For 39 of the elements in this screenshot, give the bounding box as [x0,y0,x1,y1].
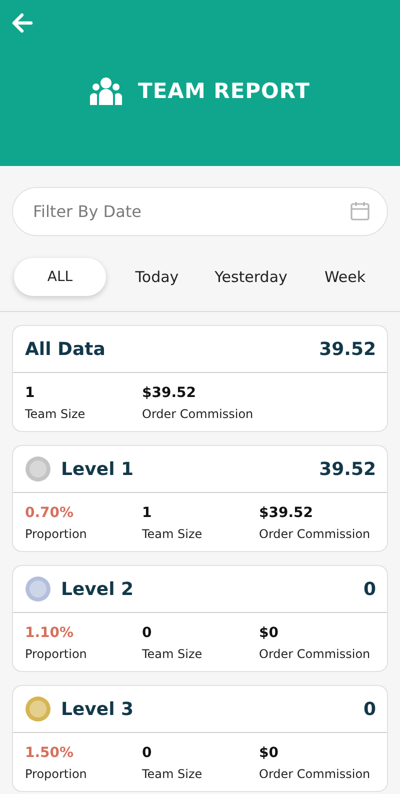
stat-value: 0 [142,625,153,641]
stat-label: Order Commission [259,767,372,781]
card-title: All Data [25,338,106,360]
stat-label: Team Size [142,527,204,541]
filter-tab[interactable]: Yesterday [204,258,298,296]
stat-label: Proportion [25,527,88,541]
stat-label: Order Commission [142,407,254,421]
card-title: Level 1 [61,458,135,480]
stat-label: Proportion [25,647,88,661]
card-title: Level 3 [61,698,135,720]
page-title: TEAM REPORT [138,79,310,103]
stat-value: 0 [142,745,153,761]
stat-label: Order Commission [259,527,372,541]
stat-value: $39.52 [142,385,198,401]
card-total: 0 [363,578,376,600]
stat-label: Team Size [25,407,86,421]
card-total: 0 [363,698,376,720]
filter-tab[interactable]: ALL [14,258,106,296]
date-filter-field[interactable]: Filter By Date [12,187,388,236]
stat-label: Team Size [142,647,204,661]
stat-value: 0.70% [25,505,75,521]
stat-value: $0 [259,625,280,641]
calendar-icon[interactable] [350,201,370,221]
stat-label: Proportion [25,767,88,781]
stat-value: $39.52 [259,505,314,521]
filter-tab[interactable]: Week [298,258,392,296]
filter-tab[interactable]: Today [110,258,204,296]
stat-value: $0 [259,745,280,761]
team-icon [90,77,122,105]
stat-value: 1 [142,505,153,521]
stat-label: Order Commission [259,647,372,661]
stat-label: Team Size [142,767,204,781]
stat-value: 1.50% [25,745,75,761]
card-total: 39.52 [319,458,376,480]
card-title: Level 2 [61,578,135,600]
stat-value: 1.10% [25,625,75,641]
card-total: 39.52 [319,338,376,360]
back-arrow-icon[interactable] [11,12,33,34]
stat-value: 1 [25,385,36,401]
